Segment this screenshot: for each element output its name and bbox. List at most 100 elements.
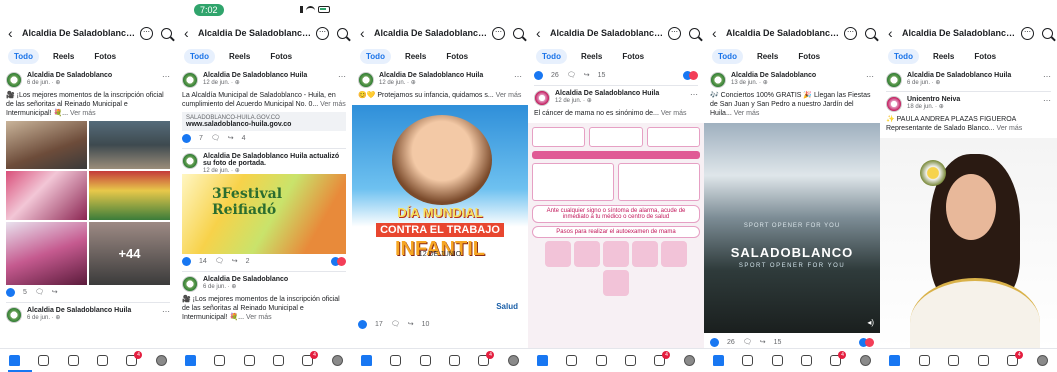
back-arrow-icon[interactable]: ‹ bbox=[360, 25, 370, 41]
tab-todo[interactable]: Todo bbox=[184, 48, 215, 64]
like-icon[interactable] bbox=[534, 70, 543, 80]
notifications-icon[interactable]: 4 bbox=[1007, 351, 1024, 366]
back-arrow-icon[interactable]: ‹ bbox=[184, 25, 194, 41]
like-icon[interactable] bbox=[182, 256, 191, 266]
video-thumbnail[interactable]: SPORT OPENER FOR YOU SALADOBLANCO SPORT … bbox=[704, 123, 880, 333]
tab-reels[interactable]: Reels bbox=[575, 49, 608, 64]
profile-icon[interactable] bbox=[1036, 355, 1048, 366]
back-arrow-icon[interactable]: ‹ bbox=[536, 25, 546, 41]
post-author[interactable]: Alcaldia De Saladoblanco Huila bbox=[379, 72, 483, 79]
post-author[interactable]: Alcaldia De Saladoblanco bbox=[27, 72, 112, 79]
like-icon[interactable] bbox=[710, 337, 719, 347]
friends-icon[interactable] bbox=[771, 355, 783, 366]
share-icon[interactable]: ↪ bbox=[228, 134, 234, 142]
back-arrow-icon[interactable]: ‹ bbox=[8, 25, 18, 41]
like-icon[interactable] bbox=[182, 133, 191, 143]
post-menu-icon[interactable]: ⋯ bbox=[162, 72, 170, 81]
post-author[interactable]: Alcaldia De Saladoblanco Huila bbox=[555, 90, 659, 97]
more-photos[interactable]: +44 bbox=[89, 221, 170, 285]
link-preview[interactable]: SALADOBLANCO-HUILA.GOV.CO www.saladoblan… bbox=[182, 112, 346, 131]
see-more-link[interactable]: Ver más bbox=[661, 110, 687, 117]
tab-fotos[interactable]: Fotos bbox=[616, 49, 650, 64]
tab-reels[interactable]: Reels bbox=[927, 49, 960, 64]
marketplace-icon[interactable] bbox=[625, 355, 637, 366]
see-more-link[interactable]: Ver más bbox=[70, 110, 96, 117]
avatar[interactable] bbox=[886, 96, 902, 112]
avatar[interactable] bbox=[534, 90, 550, 106]
video-icon[interactable] bbox=[742, 355, 754, 366]
home-icon[interactable] bbox=[889, 355, 901, 366]
tab-todo[interactable]: Todo bbox=[536, 48, 567, 64]
post-author[interactable]: Alcaldia De Saladoblanco Huila bbox=[203, 72, 307, 79]
tab-todo[interactable]: Todo bbox=[8, 48, 39, 64]
more-options-icon[interactable]: ⋯ bbox=[316, 26, 329, 40]
see-more-link[interactable]: Ver más bbox=[997, 125, 1023, 132]
see-more-link[interactable]: Ver más bbox=[320, 101, 346, 108]
search-icon[interactable] bbox=[689, 27, 700, 39]
friends-icon[interactable] bbox=[67, 355, 79, 366]
search-icon[interactable] bbox=[161, 27, 172, 39]
tab-todo[interactable]: Todo bbox=[888, 48, 919, 64]
home-icon[interactable] bbox=[361, 355, 373, 366]
photo[interactable] bbox=[6, 221, 87, 285]
comment-icon[interactable]: 🗨 bbox=[743, 338, 752, 346]
post-menu-icon[interactable]: ⋯ bbox=[1043, 96, 1051, 105]
tab-fotos[interactable]: Fotos bbox=[88, 49, 122, 64]
avatar[interactable] bbox=[710, 72, 726, 88]
notifications-icon[interactable]: 4 bbox=[126, 351, 143, 366]
post-menu-icon[interactable]: ⋯ bbox=[866, 72, 874, 81]
tab-reels[interactable]: Reels bbox=[223, 49, 256, 64]
search-icon[interactable] bbox=[865, 27, 876, 39]
tab-fotos[interactable]: Fotos bbox=[440, 49, 474, 64]
tab-reels[interactable]: Reels bbox=[47, 49, 80, 64]
video-icon[interactable] bbox=[390, 355, 402, 366]
post-menu-icon[interactable]: ⋯ bbox=[162, 307, 170, 316]
post-author[interactable]: Alcaldia De Saladoblanco Huila bbox=[907, 72, 1011, 79]
share-icon[interactable]: ↪ bbox=[408, 320, 414, 328]
tab-reels[interactable]: Reels bbox=[751, 49, 784, 64]
post-image[interactable]: DÍA MUNDIAL CONTRA EL TRABAJO INFANTIL 1… bbox=[352, 105, 528, 315]
post-author[interactable]: Alcaldia De Saladoblanco bbox=[731, 72, 816, 79]
notifications-icon[interactable]: 4 bbox=[302, 351, 319, 366]
tab-todo[interactable]: Todo bbox=[360, 48, 391, 64]
post-menu-icon[interactable]: ⋯ bbox=[1043, 72, 1051, 81]
photo[interactable] bbox=[6, 171, 87, 220]
share-icon[interactable]: ↪ bbox=[760, 338, 766, 346]
profile-icon[interactable] bbox=[683, 355, 695, 366]
post-image[interactable] bbox=[880, 138, 1057, 350]
avatar[interactable] bbox=[182, 72, 198, 88]
notifications-icon[interactable]: 4 bbox=[830, 351, 847, 366]
video-icon[interactable] bbox=[566, 355, 578, 366]
volume-icon[interactable]: ◂) bbox=[867, 318, 874, 327]
share-icon[interactable]: ↪ bbox=[584, 71, 590, 79]
avatar[interactable] bbox=[6, 72, 22, 88]
infographic-image[interactable]: Ante cualquier signo o síntoma de alarma… bbox=[528, 123, 704, 353]
friends-icon[interactable] bbox=[948, 355, 960, 366]
avatar[interactable] bbox=[358, 72, 374, 88]
more-options-icon[interactable]: ⋯ bbox=[1021, 26, 1034, 40]
video-icon[interactable] bbox=[918, 355, 930, 366]
comment-icon[interactable]: 🗨 bbox=[567, 71, 576, 79]
profile-icon[interactable] bbox=[859, 355, 871, 366]
notifications-icon[interactable]: 4 bbox=[654, 351, 671, 366]
profile-icon[interactable] bbox=[155, 355, 167, 366]
marketplace-icon[interactable] bbox=[977, 355, 989, 366]
cover-photo[interactable]: 3Festival Reifiadó bbox=[182, 174, 346, 254]
tab-fotos[interactable]: Fotos bbox=[968, 49, 1002, 64]
avatar[interactable] bbox=[886, 72, 902, 88]
marketplace-icon[interactable] bbox=[449, 355, 461, 366]
post-author[interactable]: Alcaldia De Saladoblanco bbox=[203, 276, 288, 283]
photo[interactable] bbox=[6, 121, 87, 170]
marketplace-icon[interactable] bbox=[801, 355, 813, 366]
post-menu-icon[interactable]: ⋯ bbox=[338, 72, 346, 81]
marketplace-icon[interactable] bbox=[97, 355, 109, 366]
like-icon[interactable] bbox=[6, 287, 15, 297]
video-icon[interactable] bbox=[38, 355, 50, 366]
back-arrow-icon[interactable]: ‹ bbox=[712, 25, 722, 41]
avatar[interactable] bbox=[6, 307, 22, 323]
friends-icon[interactable] bbox=[419, 355, 431, 366]
share-icon[interactable]: ↪ bbox=[232, 257, 238, 265]
photo-grid[interactable]: +44 bbox=[6, 121, 170, 285]
more-options-icon[interactable]: ⋯ bbox=[492, 26, 505, 40]
search-icon[interactable] bbox=[1042, 27, 1053, 39]
